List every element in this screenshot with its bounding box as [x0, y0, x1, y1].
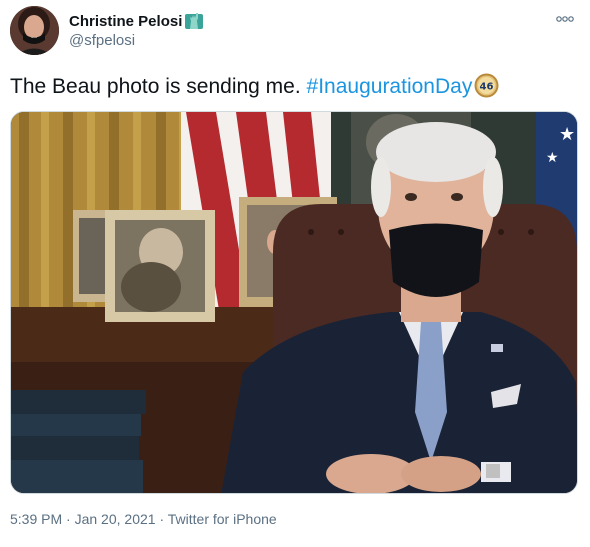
svg-text:★: ★	[546, 150, 559, 166]
svg-text:~~: ~~	[31, 35, 38, 40]
tweet-metadata: 5:39 PM · Jan 20, 2021 · Twitter for iPh…	[10, 511, 277, 527]
author-display-name[interactable]: Christine Pelosi	[69, 13, 182, 30]
tweet-card: ~~ Christine Pelosi @sfpelosi The Beau p…	[0, 0, 590, 547]
tweet-text-body: The Beau photo is sending me.	[10, 75, 307, 98]
tweet-source[interactable]: Twitter for iPhone	[168, 511, 277, 527]
tweet-text: The Beau photo is sending me. #Inaugurat…	[10, 73, 499, 101]
meta-separator: ·	[66, 511, 71, 527]
hashtag-46-emoji-icon: 46	[474, 73, 499, 98]
author-handle[interactable]: @sfpelosi	[69, 32, 135, 49]
svg-text:★: ★	[559, 124, 575, 145]
hashtag-link[interactable]: #InaugurationDay	[307, 75, 473, 98]
tweet-time[interactable]: 5:39 PM	[10, 511, 62, 527]
statue-of-liberty-icon	[184, 12, 204, 30]
tweet-photo[interactable]: ★ ★	[10, 111, 578, 494]
meta-separator-2: ·	[159, 511, 165, 527]
more-options-icon[interactable]	[553, 12, 577, 26]
photo-scene: ★ ★	[11, 112, 577, 493]
emoji-46-label: 46	[480, 82, 494, 93]
author-avatar[interactable]: ~~	[10, 6, 59, 55]
tweet-date[interactable]: Jan 20, 2021	[75, 511, 156, 527]
author-name-row[interactable]: Christine Pelosi	[69, 11, 204, 31]
